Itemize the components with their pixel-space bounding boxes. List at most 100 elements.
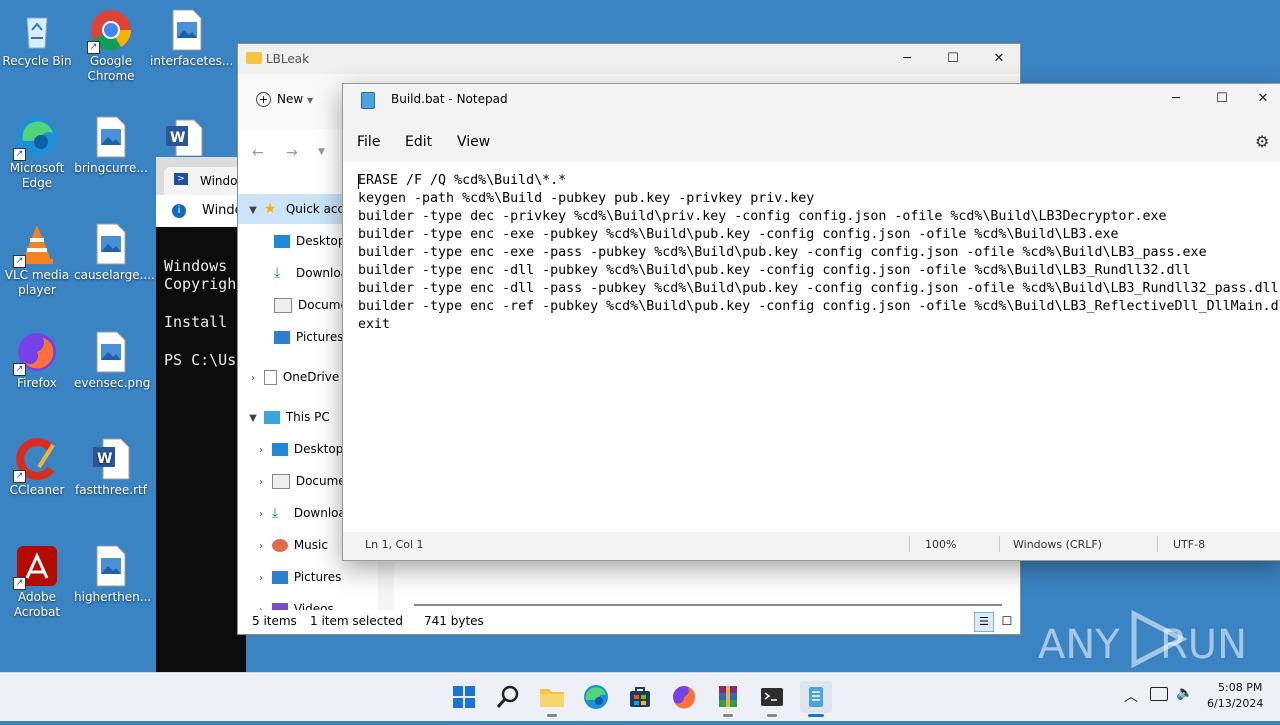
nav-pc-music[interactable]: › Music: [254, 530, 328, 560]
desktop-icon-edge[interactable]: ↗ Microsoft Edge: [0, 115, 74, 191]
search-button[interactable]: [492, 681, 524, 713]
word-document-icon[interactable]: W: [164, 118, 204, 157]
back-arrow-icon[interactable]: ←: [252, 145, 264, 161]
nav-pc-documents[interactable]: › Docume: [254, 466, 346, 496]
notepad-window[interactable]: Build.bat - Notepad ─ ☐ ✕ File Edit View…: [342, 83, 1280, 561]
image-file-icon: [89, 330, 133, 374]
taskbar-winrar[interactable]: [712, 681, 744, 717]
desktop-icon-fastthree[interactable]: W fastthree.rtf: [74, 437, 148, 498]
desktop-icon-causelarge[interactable]: causelarge....: [74, 222, 155, 283]
running-indicator: [723, 714, 733, 717]
maximize-button[interactable]: ☐: [930, 44, 976, 74]
encoding: UTF-8: [1173, 538, 1206, 551]
desktop-icon-interfacetes[interactable]: interfacetes...: [150, 8, 233, 69]
minimize-button[interactable]: ─: [884, 44, 930, 74]
music-icon: [271, 539, 288, 552]
text-editor[interactable]: ERASE /F /Q %cd%\Build\*.* keygen -path …: [343, 162, 1280, 532]
new-button-label: New: [277, 92, 304, 106]
desktop-icon-evensec[interactable]: evensec.png: [74, 330, 150, 391]
item-count: 5 items: [252, 614, 297, 628]
nav-this-pc[interactable]: ▼ This PC: [238, 402, 330, 432]
shortcut-arrow-icon: ↗: [13, 363, 26, 376]
menu-view[interactable]: View: [457, 134, 490, 150]
menu-file[interactable]: File: [357, 134, 380, 150]
desktop-folder-icon: [271, 443, 288, 456]
desktop-icon-label: CCleaner: [9, 483, 65, 497]
taskbar-file-explorer[interactable]: [536, 681, 568, 717]
ccleaner-icon: ↗: [13, 437, 59, 483]
volume-icon[interactable]: 🔈: [1176, 685, 1193, 701]
nav-desktop[interactable]: Desktop: [274, 226, 346, 256]
edge-icon: [584, 685, 608, 709]
image-file-icon: [165, 8, 209, 52]
desktop-icon-higherthen[interactable]: higherthen...: [74, 544, 152, 605]
nav-pc-downloads[interactable]: › ⤓ Downloa: [254, 498, 346, 528]
taskbar-edge[interactable]: [580, 681, 612, 713]
svg-text:W: W: [170, 130, 185, 146]
desktop-icon-ccleaner[interactable]: ↗ CCleaner: [0, 437, 74, 498]
chrome-icon: ↗: [87, 8, 133, 54]
nav-onedrive[interactable]: › OneDrive: [238, 362, 339, 392]
maximize-button[interactable]: ☐: [1199, 84, 1245, 114]
clock-time[interactable]: 5:08 PM: [1218, 681, 1262, 694]
desktop-icon-acrobat[interactable]: ↗ Adobe Acrobat: [0, 544, 74, 620]
terminal-tab[interactable]: > Windo: [164, 167, 246, 195]
network-icon[interactable]: [1150, 687, 1168, 701]
nav-pc-pictures[interactable]: › Pictures: [254, 562, 341, 592]
clock-date[interactable]: 6/13/2024: [1207, 697, 1263, 710]
desktop-icon-recycle-bin[interactable]: Recycle Bin: [0, 8, 74, 69]
desktop-icon-chrome[interactable]: ↗ Google Chrome: [74, 8, 148, 84]
show-hidden-icons-chevron-icon[interactable]: ︿: [1124, 686, 1138, 706]
search-icon: [496, 685, 519, 708]
close-button[interactable]: ✕: [1245, 84, 1280, 114]
chevron-down-icon: ▼: [307, 96, 314, 105]
recycle-bin-icon: [15, 8, 59, 52]
line-ending: Windows (CRLF): [1013, 538, 1102, 551]
taskbar-notepad[interactable]: [800, 681, 832, 717]
notepad-title: Build.bat - Notepad: [391, 92, 508, 106]
explorer-titlebar[interactable]: LBLeak ─ ☐ ✕: [238, 44, 1020, 74]
shortcut-arrow-icon: ↗: [13, 148, 26, 161]
status-divider: [1157, 536, 1158, 552]
shortcut-arrow-icon: ↗: [13, 255, 26, 268]
nav-downloads[interactable]: ⤓ Downloa: [274, 258, 348, 288]
nav-pictures[interactable]: Pictures: [274, 322, 344, 352]
desktop-icon-firefox[interactable]: ↗ Firefox: [0, 330, 74, 391]
new-button[interactable]: + New ▼: [256, 92, 313, 107]
desktop-icon-label: Adobe Acrobat: [13, 590, 61, 619]
nav-pane-scrollbar[interactable]: [378, 562, 394, 612]
notepad-icon: [809, 687, 823, 707]
large-icons-view-icon[interactable]: ☐: [998, 612, 1016, 630]
nav-pc-desktop[interactable]: › Desktop: [254, 434, 343, 464]
content-area: [396, 562, 1020, 612]
desktop-icon-label: causelarge....: [74, 268, 155, 282]
desktop-icon-label: Recycle Bin: [2, 54, 72, 68]
chevron-down-icon: ▼: [249, 413, 257, 424]
taskbar-firefox[interactable]: [668, 681, 700, 713]
horizontal-scrollbar[interactable]: [414, 604, 1002, 606]
forward-arrow-icon[interactable]: →: [286, 145, 298, 161]
desktop-icon-bringcurre[interactable]: bringcurre...: [74, 115, 148, 176]
desktop-icon-vlc[interactable]: ↗ VLC media player: [0, 222, 74, 298]
terminal-window[interactable]: > Windo i Windo Windows Copyrigh Install…: [156, 157, 246, 673]
anyrun-watermark: ANY RUN: [1036, 606, 1247, 672]
recent-chevron-icon[interactable]: ▼: [318, 147, 325, 157]
documents-icon: [274, 298, 292, 313]
terminal-line: Install: [164, 313, 228, 331]
nav-documents[interactable]: Docume: [274, 290, 348, 320]
selection-info: 1 item selected: [310, 614, 404, 628]
folder-icon: [246, 52, 262, 64]
menu-edit[interactable]: Edit: [405, 134, 432, 150]
taskbar-store[interactable]: [624, 681, 656, 713]
taskbar-terminal[interactable]: [756, 681, 788, 717]
desktop-icon-label: Firefox: [17, 376, 57, 390]
notepad-titlebar[interactable]: Build.bat - Notepad ─ ☐ ✕: [343, 84, 1280, 116]
desktop-icon-label: higherthen...: [74, 590, 152, 604]
minimize-button[interactable]: ─: [1153, 84, 1199, 114]
details-view-icon[interactable]: ☰: [974, 612, 994, 632]
close-button[interactable]: ✕: [976, 44, 1022, 74]
start-button[interactable]: [448, 681, 480, 713]
edge-icon: ↗: [13, 115, 59, 161]
settings-gear-icon[interactable]: ⚙: [1255, 132, 1269, 151]
shortcut-arrow-icon: ↗: [87, 41, 100, 54]
